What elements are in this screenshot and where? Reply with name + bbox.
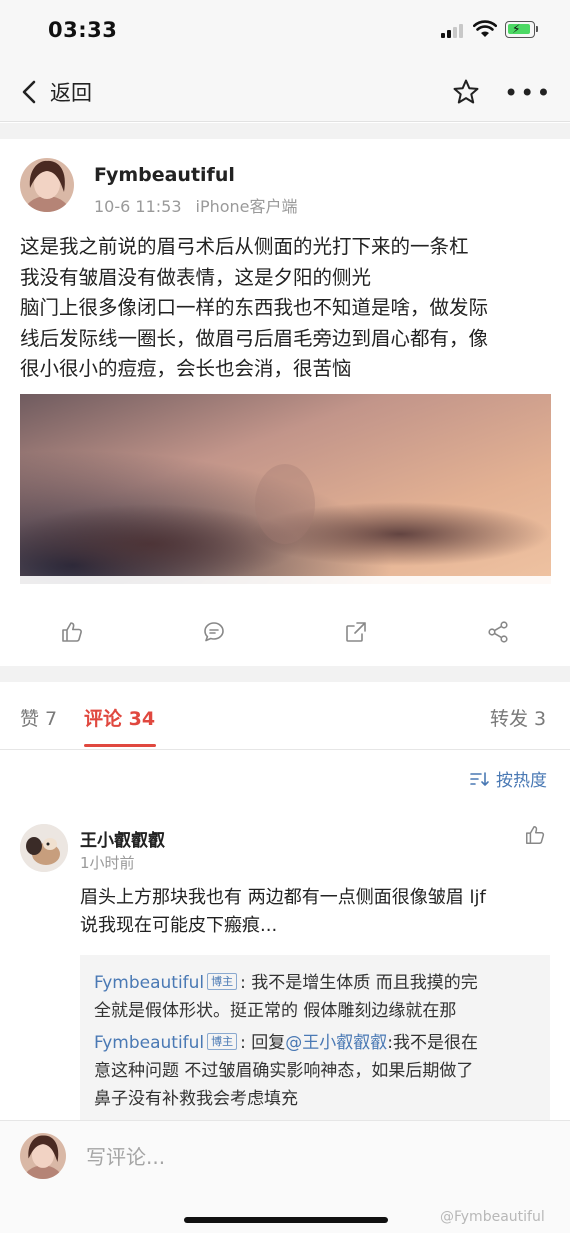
reply-prefix: : 回复 (240, 1033, 286, 1053)
post-date: 10-6 11:53 (94, 197, 182, 216)
battery-cap (536, 26, 538, 32)
reply-text: : 我不是增生体质 而且我摸的完 (240, 973, 478, 993)
reply-text: :我不是很在 (387, 1033, 479, 1053)
comment-text: 眉头上方那块我也有 两边都有一点侧面很像皱眉 ljf 说我现在可能皮下瘢痕... (80, 884, 555, 940)
comment-icon[interactable] (202, 620, 226, 644)
active-tab-indicator (84, 744, 156, 747)
status-time: 03:33 (48, 18, 118, 42)
commenter-name[interactable]: 王小叡叡叡 (80, 826, 165, 851)
charging-icon: ⚡ (512, 22, 521, 36)
author-badge: 博主 (207, 1033, 238, 1050)
commenter-avatar[interactable] (20, 824, 68, 872)
signal-icon (441, 22, 465, 38)
post-text-line: 很小很小的痘痘，会长也会消，很苦恼 (20, 357, 352, 380)
share-external-icon[interactable] (344, 620, 368, 644)
reply-text: 意这种问题 不过皱眉确实影响神态，如果后期做了 (94, 1061, 474, 1081)
nav-bar: 返回 ••• (0, 62, 570, 122)
post-text: 这是我之前说的眉弓术后从侧面的光打下来的一条杠 我没有皱眉没有做表情，这是夕阳的… (20, 232, 555, 385)
reply-author[interactable]: Fymbeautiful (94, 1033, 204, 1053)
reply-text: 鼻子没有补救我会考虑填充 (94, 1089, 298, 1109)
back-button[interactable]: 返回 (22, 76, 92, 108)
comment-text-line: 说我现在可能皮下瘢痕... (80, 915, 278, 936)
star-icon[interactable] (452, 78, 480, 106)
post-text-line: 线后发际线一圈长，做眉弓后眉毛旁边到眉心都有，像 (20, 326, 489, 350)
tab-likes[interactable]: 赞 7 (20, 704, 57, 731)
watermark-text: @Fymbeautiful (440, 1209, 545, 1225)
home-indicator (184, 1217, 388, 1223)
tab-comments[interactable]: 评论 34 (84, 704, 155, 731)
tab-bar: 赞 7 评论 34 转发 3 (0, 684, 570, 750)
post-text-line: 这是我之前说的眉弓术后从侧面的光打下来的一条杠 (20, 235, 469, 258)
back-label: 返回 (50, 81, 92, 105)
sort-button[interactable]: 按热度 (470, 766, 547, 791)
post-text-line: 我没有皱眉没有做表情，这是夕阳的侧光 (20, 265, 372, 289)
reply-text: 全就是假体形状。挺正常的 假体雕刻边缘就在那 (94, 1001, 457, 1021)
reply-mention[interactable]: @王小叡叡叡 (285, 1033, 387, 1053)
share-icon[interactable] (486, 620, 510, 644)
divider (0, 123, 570, 139)
my-avatar[interactable] (20, 1133, 66, 1179)
author-badge: 博主 (207, 973, 238, 990)
reply-author[interactable]: Fymbeautiful (94, 973, 204, 993)
comment-text-line: 眉头上方那块我也有 两边都有一点侧面很像皱眉 ljf (80, 887, 486, 908)
post-author-name[interactable]: Fymbeautiful (94, 164, 235, 186)
post-photo[interactable] (20, 394, 551, 584)
post-source: iPhone客户端 (195, 197, 298, 216)
thumbs-up-icon[interactable] (60, 620, 84, 644)
sort-icon (470, 771, 489, 786)
comment-like-icon[interactable] (524, 824, 546, 846)
reply-item: Fymbeautiful 博主: 回复@王小叡叡叡:我不是很在 意这种问题 不过皱… (94, 1029, 536, 1113)
status-bar: 03:33 ⚡ (0, 0, 570, 62)
reply-item: Fymbeautiful 博主: 我不是增生体质 而且我摸的完 全就是假体形状。挺… (94, 969, 536, 1025)
post-meta: 10-6 11:53 iPhone客户端 (94, 193, 298, 217)
comment-compose-bar: 写评论... @Fymbeautiful (0, 1120, 570, 1233)
reply-box[interactable]: Fymbeautiful 博主: 我不是增生体质 而且我摸的完 全就是假体形状。挺… (80, 955, 550, 1125)
wifi-icon (473, 20, 497, 37)
chevron-left-icon (22, 80, 36, 104)
comment-time: 1小时前 (80, 854, 135, 872)
post-text-line: 脑门上很多像闭口一样的东西我也不知道是啥，做发际 (20, 296, 489, 319)
more-icon[interactable]: ••• (504, 79, 552, 107)
tab-reposts[interactable]: 转发 3 (490, 704, 546, 731)
post-author-avatar[interactable] (20, 158, 74, 212)
comment-input[interactable]: 写评论... (86, 1141, 165, 1170)
post-action-row (0, 606, 570, 662)
sort-label: 按热度 (496, 771, 547, 791)
divider (0, 666, 570, 682)
